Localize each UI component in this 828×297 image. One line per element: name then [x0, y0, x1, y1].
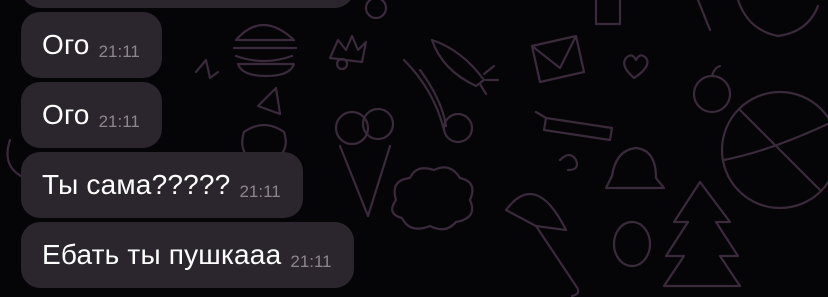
apple-doodle-icon	[692, 74, 732, 114]
dynamite-doodle-icon	[534, 110, 614, 142]
ice-cream-doodle-icon	[334, 107, 395, 218]
message-bubble[interactable]: Ого 21:11	[21, 12, 162, 78]
message-text: Ого	[42, 29, 90, 60]
message-timestamp: 21:11	[239, 182, 281, 201]
message-bubble[interactable]: Ого 21:11	[21, 82, 162, 148]
message-text: Ебать ты пушкааа	[42, 239, 282, 270]
sheep-doodle-icon	[391, 166, 474, 231]
tree-doodle-icon	[662, 180, 742, 288]
message-text: Ты сама?????	[42, 169, 231, 200]
swirl-doodle-icon	[558, 153, 579, 172]
message-bubble[interactable]: Ты сама????? 21:11	[21, 152, 303, 218]
message-bubble[interactable]: Ебать ты пушкааа 21:11	[21, 222, 354, 288]
candy-corn-doodle-icon	[256, 86, 282, 116]
message-timestamp: 21:11	[98, 42, 140, 61]
previous-message-bubble	[21, 0, 354, 8]
envelope-doodle-icon	[530, 34, 586, 84]
burger-doodle-icon	[232, 24, 298, 78]
bell-doodle-icon	[604, 146, 666, 190]
comet-doodle-icon	[402, 58, 448, 132]
carrot-doodle-icon	[430, 38, 486, 88]
crown-doodle-icon	[328, 34, 368, 64]
ball-doodle-icon	[720, 90, 828, 210]
egg-doodle-icon	[612, 220, 652, 268]
message-text: Ого	[42, 99, 90, 130]
heart-doodle-icon	[623, 54, 649, 80]
message-timestamp: 21:11	[98, 112, 140, 131]
umbrella-doodle-icon	[504, 192, 580, 297]
message-timestamp: 21:11	[290, 252, 332, 271]
